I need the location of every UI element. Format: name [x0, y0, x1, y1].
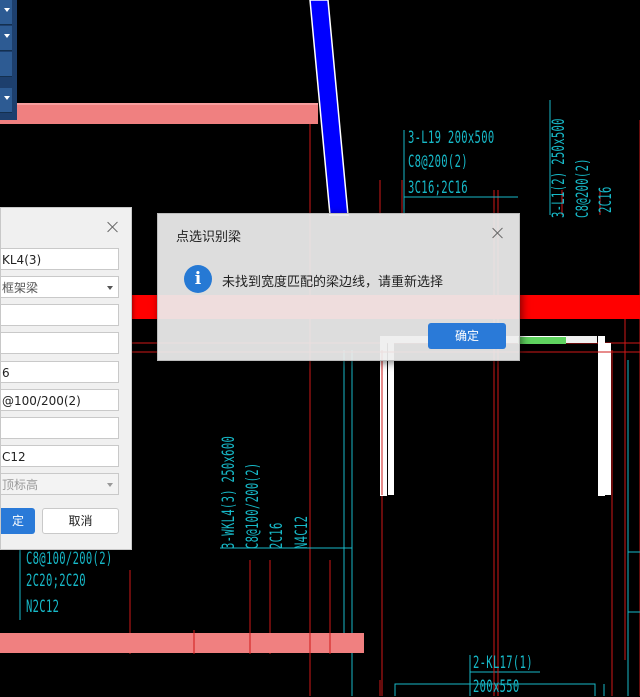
cad-label-l1-3: 2C16 [596, 186, 616, 213]
beam-name-field[interactable]: KL4(3) [1, 248, 119, 270]
cad-label-kl17-2: 200x550 [473, 677, 520, 697]
cad-label-left-1: C8@100/200(2) [26, 549, 113, 569]
cad-label-wkl4-1: 3-WKL4(3) 250x600 [219, 435, 239, 549]
close-icon[interactable] [107, 221, 119, 233]
toolbar-dropdown-4[interactable] [0, 88, 12, 113]
close-icon[interactable] [492, 227, 504, 239]
message-dialog: 点选识别梁 i 未找到宽度匹配的梁边线，请重新选择 确定 [157, 213, 520, 361]
cad-label-kl17-1: 2-KL17(1) [473, 653, 533, 673]
cad-label-l1-1: 3-L1(2) 250x500 [549, 118, 569, 218]
cad-label-l19-1: 3-L19 200x500 [408, 128, 495, 148]
chevron-down-icon [4, 34, 10, 38]
ok-button[interactable]: 确定 [428, 323, 506, 349]
toolbar-dropdown-1[interactable] [0, 0, 12, 25]
dialog-title: 点选识别梁 [176, 230, 242, 245]
field-7[interactable] [1, 417, 119, 439]
cad-label-wkl4-2: C8@100/200(2) [243, 462, 263, 549]
toolbar-strip [0, 0, 17, 120]
toolbar-button-3[interactable] [0, 52, 12, 77]
beam-type-value: 框架梁 [2, 281, 39, 295]
chevron-down-icon [4, 96, 10, 100]
side-rebar-field[interactable]: C12 [1, 445, 119, 467]
field-5[interactable]: 6 [1, 361, 119, 383]
cad-label-l19-2: C8@200(2) [408, 152, 468, 172]
toolbar-dropdown-2[interactable] [0, 26, 12, 51]
elevation-select[interactable]: 顶标高 [1, 473, 119, 495]
stirrup-field[interactable]: @100/200(2) [1, 389, 119, 411]
field-3[interactable] [1, 304, 119, 326]
chevron-down-icon [107, 483, 113, 487]
confirm-button[interactable]: 定 [1, 508, 35, 534]
cad-label-left-3: N2C12 [26, 597, 60, 617]
cad-label-l19-3: 3C16;2C16 [408, 178, 468, 198]
cad-label-wkl4-4: N4C12 [292, 515, 312, 549]
chevron-down-icon [107, 286, 113, 290]
chevron-down-icon [4, 8, 10, 12]
cad-label-l1-2: C8@200(2) [573, 158, 593, 218]
beam-properties-dialog: KL4(3) 框架梁 6 @100/200(2) C12 顶标高 定 取消 [0, 207, 132, 550]
cad-label-left-2: 2C20;2C20 [26, 571, 86, 591]
beam-type-select[interactable]: 框架梁 [1, 276, 119, 298]
dialog-message: 未找到宽度匹配的梁边线，请重新选择 [222, 275, 444, 290]
cad-label-wkl4-3: 2C16 [267, 522, 287, 549]
info-icon: i [184, 265, 212, 293]
field-4[interactable] [1, 332, 119, 354]
cancel-button[interactable]: 取消 [42, 508, 119, 534]
elevation-value: 顶标高 [2, 478, 39, 492]
